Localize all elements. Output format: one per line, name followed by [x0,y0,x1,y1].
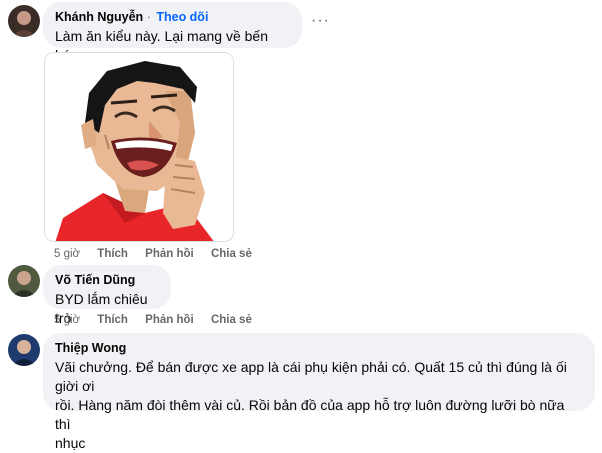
comment-actions-1: 5 giờ Thích Phản hồi Chia sẻ [54,248,266,260]
comment-bubble-1: Khánh Nguyễn · Theo dõi Làm ăn kiểu này.… [43,2,302,63]
comment-actions-2: 5 giờ Thích Phản hồi Chia sẻ [54,314,266,326]
like-button[interactable]: Thích [97,314,128,326]
separator-dot: · [146,10,151,24]
avatar-thiep-wong[interactable] [8,334,40,366]
user-avatar-icon [8,265,40,297]
comment-author[interactable]: Thiệp Wong [55,340,583,356]
avatar-khanh-nguyen[interactable] [8,5,40,37]
comment-sticker [44,52,234,242]
reply-button[interactable]: Phản hồi [145,248,194,260]
comment-text-line: nhục [55,435,86,451]
comment-text-line: Vãi chưởng. Để bán được xe app là cái ph… [55,359,567,394]
comment-time[interactable]: 5 giờ [54,314,80,326]
user-avatar-icon [8,334,40,366]
avatar-vo-tien-dung[interactable] [8,265,40,297]
more-options-icon[interactable]: ··· [311,12,330,30]
reply-button[interactable]: Phản hồi [145,314,194,326]
comment-time[interactable]: 5 giờ [54,248,80,260]
comment-author[interactable]: Võ Tiến Dũng [55,272,159,288]
follow-button[interactable]: Theo dõi [156,10,208,24]
share-button[interactable]: Chia sẻ [211,248,252,260]
comment-text: Vãi chưởng. Để bán được xe app là cái ph… [55,358,583,453]
comment-bubble-2: Võ Tiến Dũng BYD lắm chiêu trò [43,265,171,326]
share-button[interactable]: Chia sẻ [211,314,252,326]
like-button[interactable]: Thích [97,248,128,260]
user-avatar-icon [8,5,40,37]
comment-author[interactable]: Khánh Nguyễn [55,10,143,24]
comment-text-line: rồi. Hàng năm đòi thêm vài củ. Rồi bản đ… [55,397,565,432]
comment-bubble-3: Thiệp Wong Vãi chưởng. Để bán được xe ap… [43,333,595,451]
laughing-man-sticker-icon [45,53,233,241]
